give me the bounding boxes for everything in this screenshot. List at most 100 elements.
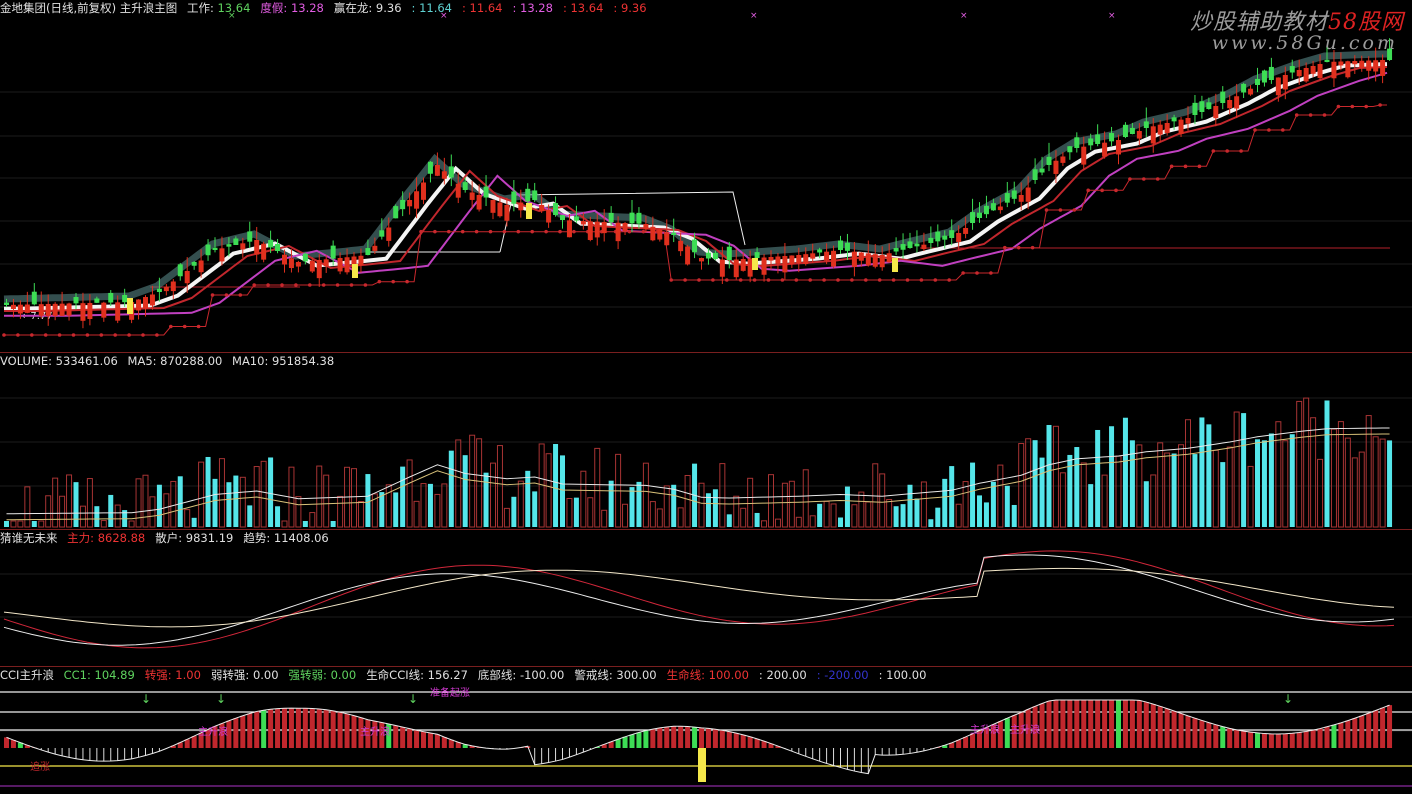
candle-body — [1102, 142, 1108, 157]
candle-body — [1282, 75, 1288, 90]
trailing-stop-dot — [989, 271, 993, 275]
cci-bar — [309, 708, 315, 748]
candle-body — [1150, 126, 1156, 144]
cci-bar — [400, 727, 406, 748]
volume-bar-down — [31, 521, 37, 527]
candle-body — [1303, 68, 1309, 82]
volume-bar-up — [1365, 415, 1372, 528]
candle-body — [205, 244, 211, 256]
candle-body — [143, 297, 148, 309]
volume-bar-down — [705, 493, 711, 527]
trailing-stop-dot — [738, 278, 743, 282]
trailing-stop-dot — [391, 279, 396, 284]
candle-body — [4, 302, 9, 305]
volume-bar-up — [823, 500, 830, 528]
volume-bar-down — [1046, 424, 1052, 527]
volume-bar-up — [309, 512, 316, 528]
volume-bar-up — [997, 464, 1004, 528]
candle-body — [414, 191, 420, 209]
signal-bar-yellow — [752, 258, 758, 270]
candle-body — [386, 227, 392, 241]
candle-body — [268, 240, 274, 248]
candle-body — [1387, 48, 1393, 60]
candle-body — [421, 182, 426, 200]
volume-bar-up — [38, 520, 45, 528]
trailing-stop-dot — [766, 278, 771, 282]
volume-bar-down — [970, 462, 976, 527]
trailing-stop-dot — [1350, 104, 1355, 109]
trailing-stop-line — [4, 104, 1387, 336]
cci-bar — [268, 709, 274, 748]
volume-bar-up — [809, 515, 816, 528]
volume-bar-down — [1192, 454, 1198, 527]
trailing-stop-dot — [377, 279, 382, 284]
volume-bar-down — [726, 514, 732, 527]
volume-bar-up — [1358, 451, 1365, 528]
candle-body — [184, 271, 190, 284]
candle-body — [379, 230, 385, 237]
trailing-stop-dot — [1155, 177, 1160, 181]
volume-bar-down — [893, 506, 899, 527]
volume-bar-up — [420, 483, 427, 528]
volume-bar-down — [636, 481, 642, 527]
volume-bar-up — [24, 486, 31, 528]
candle-body — [914, 243, 920, 247]
volume-bar-down — [817, 503, 823, 527]
cci-bar — [1039, 703, 1045, 748]
cci-bar — [1074, 700, 1080, 748]
candle-body — [1199, 101, 1205, 112]
volume-bar-down — [1261, 440, 1267, 527]
cci-bar — [747, 736, 753, 748]
volume-bar-up — [1344, 437, 1351, 528]
cci-bar — [1192, 718, 1198, 748]
candle-body — [490, 200, 496, 213]
cci-bar — [393, 725, 399, 748]
trailing-stop-dot — [697, 278, 701, 282]
candle-body — [643, 224, 649, 230]
volume-bar-up — [580, 470, 587, 528]
cci-bar — [1282, 733, 1288, 748]
candle-body — [261, 243, 267, 260]
candle-body — [810, 253, 816, 259]
cci-bar — [1143, 702, 1149, 748]
trailing-stop-dot — [1294, 113, 1299, 117]
candle-body — [337, 258, 343, 272]
trailing-stop-dot — [419, 229, 423, 234]
volume-bar-up — [1275, 421, 1282, 528]
cci-bar — [1095, 700, 1101, 748]
trailing-stop-dot — [627, 229, 632, 234]
cci-bar — [699, 727, 704, 748]
top-x-marker: × — [440, 11, 448, 21]
candle-body — [38, 304, 44, 316]
trailing-stop-dot — [1378, 103, 1382, 107]
volume-bar-up — [441, 483, 448, 528]
candle-body — [59, 303, 65, 316]
cci-bar — [1275, 734, 1281, 748]
top-x-marker: × — [750, 11, 758, 21]
trailing-stop-dot — [752, 278, 757, 282]
volume-bar-down — [226, 482, 232, 527]
trailing-stop-dot — [1058, 208, 1063, 212]
candle-body — [469, 192, 475, 200]
trailing-stop-dot — [780, 278, 785, 282]
cci-bar — [302, 708, 308, 748]
candle-body — [1220, 91, 1226, 103]
candle-body — [650, 226, 656, 241]
candle-body — [1185, 118, 1191, 124]
volume-bar-up — [184, 509, 191, 528]
trailing-stop-dot — [1142, 177, 1146, 181]
candle-body — [302, 253, 308, 262]
cci-bar — [316, 708, 322, 748]
volume-bar-up — [1330, 428, 1337, 528]
cci-bar — [1380, 707, 1386, 748]
volume-bar-down — [900, 504, 906, 527]
cci-bar — [1157, 706, 1163, 748]
candle-body — [295, 262, 301, 267]
volume-bar-up — [865, 501, 872, 528]
candle-body — [393, 206, 399, 219]
candle-body — [782, 256, 788, 273]
cci-bar — [1116, 700, 1121, 748]
cci-bar — [233, 718, 239, 748]
trailing-stop-dot — [947, 278, 951, 282]
trailing-stop-dot — [433, 229, 437, 234]
